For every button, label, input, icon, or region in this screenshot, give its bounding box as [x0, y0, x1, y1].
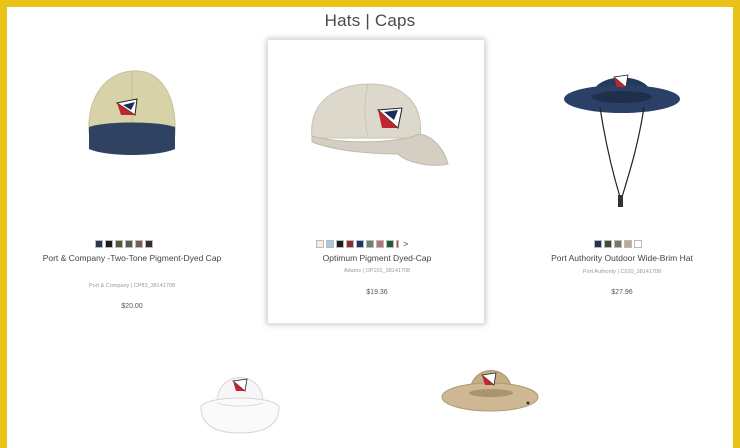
more-swatches-chevron-icon[interactable]: > [403, 240, 408, 249]
product-price: $19.36 [366, 289, 388, 296]
swatch[interactable] [346, 240, 354, 248]
product-card-wide-brim-hat[interactable]: Port Authority Outdoor Wide-Brim Hat Por… [522, 37, 722, 327]
bucket-hat-icon[interactable] [195, 355, 285, 440]
swatch[interactable] [336, 240, 344, 248]
product-name[interactable]: Port Authority Outdoor Wide-Brim Hat [527, 252, 717, 264]
two-tone-cap-icon[interactable] [77, 55, 187, 165]
product-card-bucket-hat[interactable] [187, 347, 287, 448]
product-sku: Port Authority | C920_38141708 [582, 269, 662, 275]
swatch[interactable] [604, 240, 612, 248]
swatch[interactable] [376, 240, 384, 248]
swatch[interactable] [125, 240, 133, 248]
wide-brim-hat-icon[interactable] [562, 47, 682, 217]
swatch[interactable] [624, 240, 632, 248]
product-sku: Adams | OP101_38141708 [343, 268, 411, 274]
baseball-cap-icon[interactable] [298, 70, 458, 180]
swatch[interactable] [386, 240, 394, 248]
page-frame: Hats | Caps Port & Company -Two-Tone Pig… [7, 7, 733, 448]
product-price: $20.00 [121, 303, 143, 310]
swatch[interactable] [145, 240, 153, 248]
product-sku: Port & Company | CP83_38141708 [88, 283, 176, 289]
product-name[interactable]: Port & Company -Two-Tone Pigment-Dyed Ca… [42, 252, 222, 264]
color-swatches [95, 240, 153, 248]
swatch[interactable] [594, 240, 602, 248]
product-card-outdoor-hat[interactable] [432, 347, 542, 448]
product-card-two-tone-cap[interactable]: Port & Company -Two-Tone Pigment-Dyed Ca… [37, 37, 227, 327]
outdoor-hat-icon[interactable] [440, 357, 540, 427]
swatch[interactable] [105, 240, 113, 248]
page-title: Hats | Caps [324, 11, 416, 30]
product-name[interactable]: Optimum Pigment Dyed-Cap [273, 252, 481, 264]
swatch[interactable] [366, 240, 374, 248]
swatch[interactable] [634, 240, 642, 248]
swatch[interactable] [396, 240, 399, 248]
swatch[interactable] [356, 240, 364, 248]
swatch[interactable] [316, 240, 324, 248]
color-swatches: > [316, 240, 408, 249]
swatch[interactable] [115, 240, 123, 248]
swatch[interactable] [326, 240, 334, 248]
color-swatches [594, 240, 642, 248]
swatch[interactable] [614, 240, 622, 248]
swatch[interactable] [135, 240, 143, 248]
product-price: $27.96 [611, 289, 633, 296]
swatch[interactable] [95, 240, 103, 248]
product-card-optimum-cap[interactable]: > Optimum Pigment Dyed-Cap Adams | OP101… [267, 39, 485, 324]
